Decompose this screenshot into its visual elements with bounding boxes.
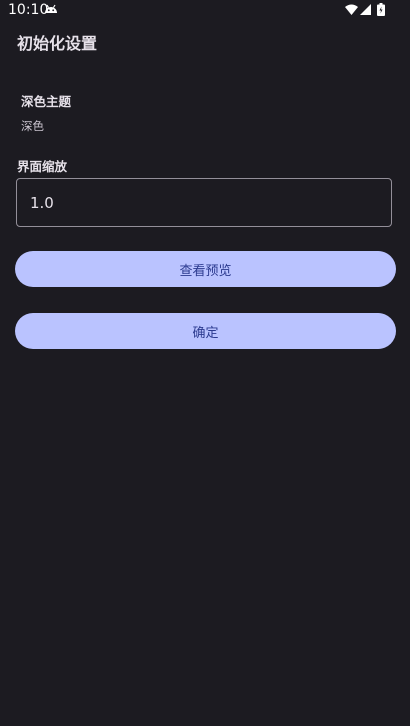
preview-button[interactable]: 查看预览 xyxy=(15,251,396,287)
status-time: 10:10 xyxy=(8,2,49,18)
status-bar: 10:10 xyxy=(0,0,410,22)
theme-setting-heading[interactable]: 深色主题 xyxy=(21,91,71,110)
scale-input[interactable] xyxy=(30,179,370,226)
scale-field-label: 界面缩放 xyxy=(17,159,68,174)
confirm-button[interactable]: 确定 xyxy=(15,313,396,349)
theme-setting-value[interactable]: 深色 xyxy=(21,118,44,134)
battery-icon xyxy=(377,3,385,16)
signal-icon xyxy=(360,4,371,15)
page-title: 初始化设置 xyxy=(17,34,98,53)
wifi-icon xyxy=(345,4,358,15)
android-debug-icon xyxy=(45,4,57,13)
scale-field[interactable] xyxy=(16,178,392,227)
app-screen: 10:10 初始化设置 深色主题 深色 界面缩放 查看预览 确定 xyxy=(0,0,410,726)
